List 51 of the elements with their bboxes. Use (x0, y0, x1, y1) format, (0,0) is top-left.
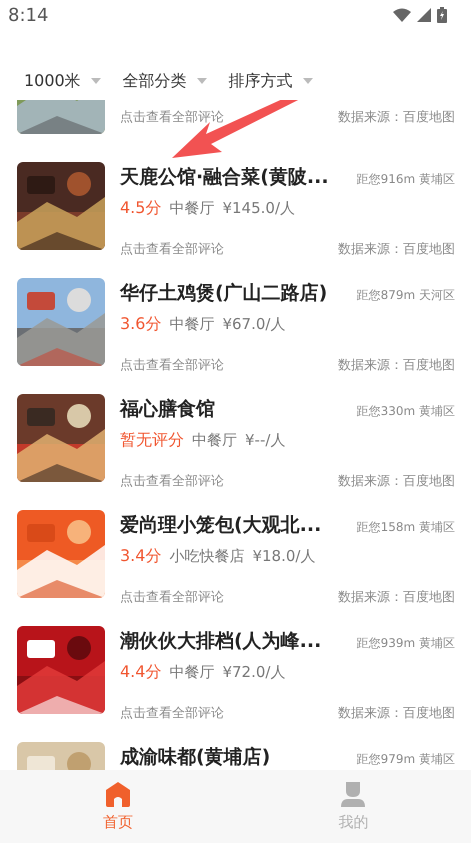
caret-icon (302, 78, 313, 84)
category-text: 小吃快餐店 (169, 547, 244, 566)
restaurant-name[interactable]: 福心膳食馆 (120, 396, 215, 422)
category-text: 中餐厅 (192, 431, 237, 450)
category-text: 中餐厅 (169, 199, 214, 218)
status-time: 8:14 (8, 4, 48, 26)
rating-text: 3.6分 (120, 314, 162, 335)
distance-text: 距您916m 黄埔区 (356, 171, 455, 188)
reviews-link[interactable]: 点击查看全部评论 (120, 356, 224, 374)
reviews-link[interactable]: 点击查看全部评论 (120, 108, 224, 126)
category-text: 中餐厅 (169, 315, 214, 334)
person-icon (340, 781, 366, 807)
reviews-link[interactable]: 点击查看全部评论 (120, 588, 224, 606)
price-text: ¥145.0/人 (222, 199, 295, 218)
home-icon (104, 781, 131, 807)
reviews-link[interactable]: 点击查看全部评论 (120, 704, 224, 722)
signal-icon (417, 8, 431, 22)
restaurant-name[interactable]: 潮伙伙大排档(人为峰... (120, 628, 322, 654)
caret-icon (90, 78, 101, 84)
price-text: ¥18.0/人 (252, 547, 316, 566)
reviews-link[interactable]: 点击查看全部评论 (120, 472, 224, 490)
data-source-text: 数据来源：百度地图 (338, 705, 455, 722)
data-source-text: 数据来源：百度地图 (338, 357, 455, 374)
filter-dropdown[interactable]: 排序方式 (228, 70, 313, 92)
restaurant-name[interactable]: 天鹿公馆·融合菜(黄陂... (120, 164, 329, 190)
data-source-text: 数据来源：百度地图 (338, 589, 455, 606)
rating-text: 4.4分 (120, 662, 162, 683)
data-source-text: 数据来源：百度地图 (338, 473, 455, 490)
distance-text: 距您158m 黄埔区 (356, 519, 455, 536)
distance-text: 距您330m 黄埔区 (356, 403, 455, 420)
restaurant-name[interactable]: 华仔土鸡煲(广山二路店) (120, 280, 328, 306)
battery-icon (437, 7, 447, 23)
price-text: ¥67.0/人 (222, 315, 286, 334)
price-text: ¥72.0/人 (222, 663, 286, 682)
distance-text: 距您879m 天河区 (356, 287, 455, 304)
reviews-link[interactable]: 点击查看全部评论 (120, 240, 224, 258)
rating-text: 暂无评分 (120, 430, 184, 451)
data-source-text: 数据来源：百度地图 (338, 241, 455, 258)
data-source-text: 数据来源：百度地图 (338, 109, 455, 126)
category-text: 中餐厅 (169, 663, 214, 682)
distance-text: 距您939m 黄埔区 (356, 635, 455, 652)
distance-text: 距您979m 黄埔区 (356, 751, 455, 768)
restaurant-name[interactable]: 成渝味都(黄埔店) (120, 744, 270, 770)
filter-dropdown[interactable]: 全部分类 (122, 70, 207, 92)
rating-text: 4.5分 (120, 198, 162, 219)
caret-icon (196, 78, 207, 84)
price-text: ¥--/人 (245, 431, 286, 450)
rating-text: 3.4分 (120, 546, 162, 567)
filter-dropdown[interactable]: 1000米 (24, 70, 101, 92)
restaurant-name[interactable]: 爱尚理小笼包(大观北... (120, 512, 322, 538)
wifi-icon (393, 8, 411, 22)
